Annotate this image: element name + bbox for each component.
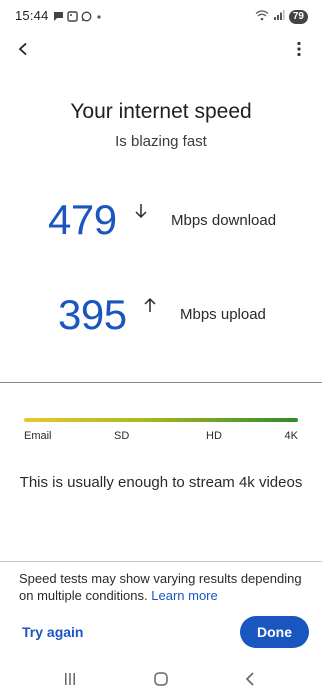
learn-more-link[interactable]: Learn more [151, 588, 217, 603]
wifi-icon [255, 8, 269, 26]
back-icon[interactable] [244, 671, 256, 692]
battery-icon: 79 [288, 10, 308, 24]
image-icon [67, 9, 78, 27]
arrow-down-icon [134, 203, 148, 224]
disclaimer-text: Speed tests may show varying results dep… [19, 570, 309, 604]
arrow-up-icon [143, 297, 157, 318]
download-speed-value: 479 [48, 196, 117, 243]
download-speed-label: Mbps download [171, 212, 277, 229]
quality-gradient-bar [24, 418, 298, 422]
home-icon[interactable] [153, 671, 169, 692]
quality-scale-labels: Email SD HD 4K [24, 430, 298, 446]
more-vertical-icon[interactable] [288, 38, 310, 60]
chat-icon [53, 9, 64, 27]
dot-icon [95, 9, 103, 27]
page-title: Your internet speed [70, 100, 252, 123]
system-status-icons: 79 [255, 8, 308, 26]
quality-label-sd: SD [114, 430, 130, 442]
divider [0, 382, 322, 383]
try-again-button[interactable]: Try again [22, 624, 83, 640]
back-arrow-icon[interactable] [12, 38, 34, 60]
upload-speed-label: Mbps upload [180, 306, 266, 323]
speed-rating: Is blazing fast [115, 133, 207, 150]
system-nav-bar [0, 660, 322, 698]
quality-label-4k: 4K [284, 430, 298, 442]
quality-label-email: Email [24, 430, 52, 442]
divider [0, 561, 322, 562]
status-bar: 15:44 79 [0, 0, 322, 32]
notification-icons [53, 9, 103, 27]
upload-speed-value: 395 [58, 291, 127, 338]
done-button[interactable]: Done [240, 616, 309, 648]
status-time: 15:44 [15, 8, 49, 23]
signal-icon [273, 8, 285, 26]
quality-label-hd: HD [206, 430, 222, 442]
speed-verdict: This is usually enough to stream 4k vide… [19, 474, 303, 491]
recent-apps-icon[interactable] [63, 672, 77, 691]
whatsapp-icon [81, 9, 92, 27]
